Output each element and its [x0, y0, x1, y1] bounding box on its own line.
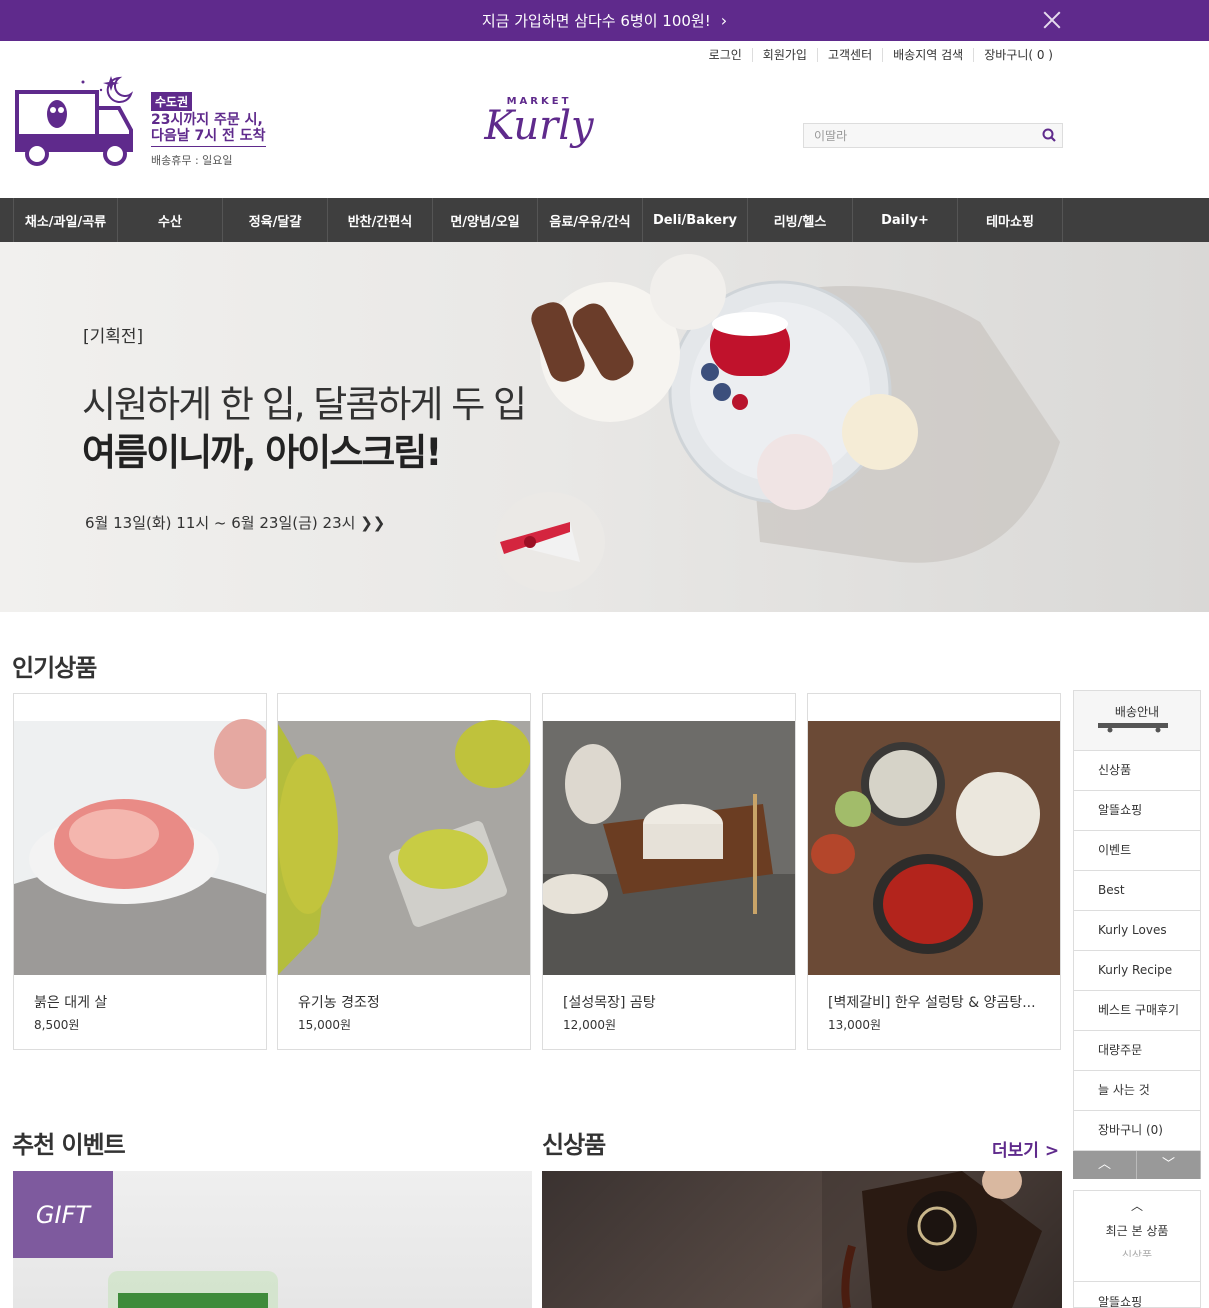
signup-link[interactable]: 회원가입 — [751, 48, 817, 62]
close-icon[interactable] — [1041, 9, 1063, 31]
side-item-event[interactable]: 이벤트 — [1073, 831, 1201, 871]
delivery-guide-button[interactable]: 배송안내 — [1073, 690, 1201, 751]
cart-link[interactable]: 장바구니( 0 ) — [973, 48, 1063, 62]
category-nav: 채소/과일/곡류 수산 정육/달걀 반찬/간편식 면/양념/오일 음료/우유/간… — [0, 198, 1209, 242]
delivery-holiday: 배송휴무 : 일요일 — [151, 154, 233, 167]
product-name[interactable]: 유기농 경조정 — [298, 992, 513, 1012]
logo-kurly-text: Kurly — [484, 103, 594, 149]
divider — [1074, 1281, 1200, 1282]
nav-noodles-sauce[interactable]: 면/양념/오일 — [433, 198, 538, 242]
promo-text[interactable]: 지금 가입하면 삼다수 6병이 100원! — [482, 10, 711, 31]
search-input[interactable]: 이딸라 — [803, 123, 1063, 148]
product-price: 12,000원 — [563, 1018, 617, 1032]
hero-headline-2: 여름이니까, 아이스크림! — [82, 431, 442, 474]
nav-deli-bakery[interactable]: Deli/Bakery — [643, 198, 748, 242]
top-promo-banner[interactable]: 지금 가입하면 삼다수 6병이 100원! › — [0, 0, 1209, 41]
region-badge: 수도권 — [151, 92, 193, 111]
login-link[interactable]: 로그인 — [699, 48, 752, 62]
side-quick-menu: 배송안내 신상품 알뜰쇼핑 이벤트 Best Kurly Loves Kurly… — [1073, 690, 1201, 1179]
ice-cream-illustration — [495, 254, 1060, 592]
popular-products-title: 인기상품 — [12, 654, 97, 682]
side-item-cart[interactable]: 장바구니 (0) — [1073, 1111, 1201, 1151]
hero-banner[interactable]: [기획전] 시원하게 한 입, 달콤하게 두 입 여름이니까, 아이스크림! 6… — [0, 242, 1209, 612]
delivery-area-search-link[interactable]: 배송지역 검색 — [882, 48, 973, 62]
recommended-events-title: 추천 이벤트 — [12, 1131, 126, 1159]
new-product-banner[interactable] — [542, 1171, 1062, 1308]
nav-vegetables-fruit[interactable]: 채소/과일/곡류 — [13, 198, 118, 242]
chevron-up-icon[interactable]: ︿ — [1074, 1197, 1200, 1214]
side-item-kurly-recipe[interactable]: Kurly Recipe — [1073, 951, 1201, 991]
product-card[interactable]: 유기농 경조정 15,000원 — [277, 693, 531, 1050]
product-image — [808, 694, 1060, 975]
delivery-guide-label: 배송안내 — [1114, 705, 1160, 719]
product-card[interactable]: [벽제갈비] 한우 설렁탕 & 양곰탕... 13,000원 — [807, 693, 1061, 1050]
side-item-frequent[interactable]: 늘 사는 것 — [1073, 1071, 1201, 1111]
nav-seafood[interactable]: 수산 — [118, 198, 223, 242]
event-banner[interactable]: GIFT — [13, 1171, 532, 1308]
product-name[interactable]: [설성목장] 곰탕 — [563, 992, 778, 1012]
side-item-best-review[interactable]: 베스트 구매후기 — [1073, 991, 1201, 1031]
product-card[interactable]: [설성목장] 곰탕 12,000원 — [542, 693, 796, 1050]
search-icon[interactable] — [1042, 128, 1056, 142]
hero-tag: [기획전] — [83, 327, 144, 347]
product-image — [543, 694, 795, 975]
nav-living-health[interactable]: 리빙/헬스 — [748, 198, 853, 242]
chevron-down-icon[interactable]: ﹀ — [1137, 1151, 1201, 1179]
more-link[interactable]: 더보기 > — [992, 1136, 1059, 1161]
event-product-image — [108, 1271, 278, 1308]
side-item-best[interactable]: Best — [1073, 871, 1201, 911]
nav-meat-eggs[interactable]: 정육/달걀 — [223, 198, 328, 242]
product-image — [278, 694, 530, 975]
kurly-logo[interactable]: MARKET Kurly — [484, 96, 594, 172]
nav-side-dishes[interactable]: 반찬/간편식 — [328, 198, 433, 242]
new-products-title: 신상품 — [542, 1131, 606, 1159]
delivery-info[interactable]: 수도권 23시까지 주문 시, 다음날 7시 전 도착 배송휴무 : 일요일 — [15, 74, 275, 174]
new-product-image — [822, 1171, 1062, 1308]
product-name[interactable]: [벽제갈비] 한우 설렁탕 & 양곰탕... — [828, 992, 1043, 1012]
recent-products: ︿ 최근 본 상품 신상품 알뜰쇼핑 — [1073, 1190, 1201, 1308]
search-placeholder: 이딸라 — [814, 129, 848, 143]
side-item-kurly-loves[interactable]: Kurly Loves — [1073, 911, 1201, 951]
side-item-bulk-order[interactable]: 대량주문 — [1073, 1031, 1201, 1071]
chevron-right-icon: › — [720, 11, 728, 30]
product-price: 13,000원 — [828, 1018, 882, 1032]
side-scroll-buttons: ︿ ﹀ — [1073, 1151, 1201, 1179]
delivery-truck-icon — [15, 76, 134, 166]
product-price: 15,000원 — [298, 1018, 352, 1032]
hero-date: 6월 13일(화) 11시 ~ 6월 23일(금) 23시 ❯❯ — [85, 514, 386, 532]
nav-drinks-snacks[interactable]: 음료/우유/간식 — [538, 198, 643, 242]
product-price: 8,500원 — [34, 1018, 80, 1032]
hero-headline-1: 시원하게 한 입, 달콤하게 두 입 — [82, 383, 527, 426]
customer-center-link[interactable]: 고객센터 — [816, 48, 882, 62]
delivery-promise: 23시까지 주문 시, 다음날 7시 전 도착 — [151, 112, 266, 147]
delivery-line-1: 23시까지 주문 시, — [151, 112, 263, 128]
delivery-line-2: 다음날 7시 전 도착 — [151, 128, 266, 144]
recent-item-sale[interactable]: 알뜰쇼핑 — [1098, 1293, 1142, 1308]
nav-theme-shopping[interactable]: 테마쇼핑 — [958, 198, 1063, 242]
product-card[interactable]: 붉은 대게 살 8,500원 — [13, 693, 267, 1050]
recent-scroll-item: 신상품 — [1121, 1249, 1153, 1257]
product-image — [14, 694, 266, 975]
user-menu: 로그인 회원가입 고객센터 배송지역 검색 장바구니( 0 ) — [699, 48, 1063, 62]
product-name[interactable]: 붉은 대게 살 — [34, 992, 249, 1012]
recent-products-title: 최근 본 상품 — [1105, 1224, 1169, 1238]
nav-daily[interactable]: Daily+ — [853, 198, 958, 242]
side-item-new[interactable]: 신상품 — [1073, 751, 1201, 791]
truck-icon — [1098, 723, 1168, 733]
side-item-sale[interactable]: 알뜰쇼핑 — [1073, 791, 1201, 831]
chevron-up-icon[interactable]: ︿ — [1073, 1151, 1137, 1179]
